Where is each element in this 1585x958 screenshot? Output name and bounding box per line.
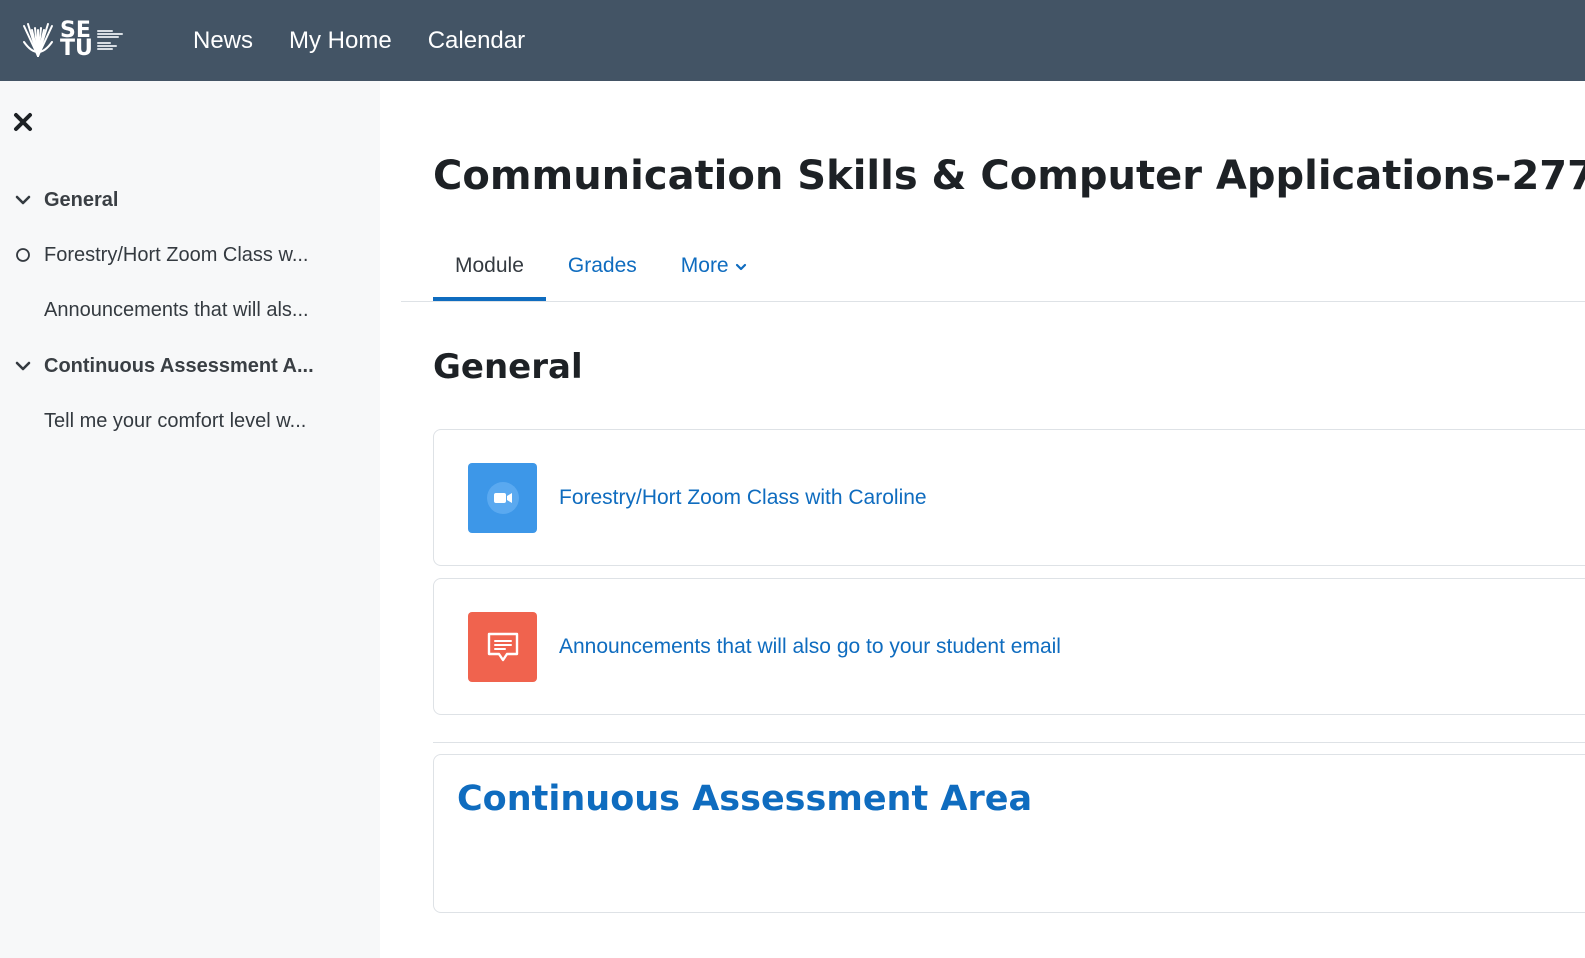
zoom-video-icon	[468, 463, 537, 533]
tabs-divider	[401, 301, 1585, 302]
section-title-general: General	[433, 347, 583, 387]
nav-calendar-link[interactable]: Calendar	[428, 27, 525, 55]
secondary-navigation-tabs: Module Grades More	[433, 231, 769, 301]
primary-navigation: News My Home Calendar	[193, 0, 525, 81]
logo-wordmark: SE TU	[60, 20, 93, 61]
chevron-down-icon[interactable]	[14, 357, 32, 375]
chevron-down-icon	[735, 254, 747, 278]
section-card-continuous-assessment: Continuous Assessment Area	[433, 754, 1585, 913]
nav-news-link[interactable]: News	[193, 27, 253, 55]
course-index-section-label[interactable]: Continuous Assessment A...	[44, 355, 314, 378]
activity-link-announcements[interactable]: Announcements that will also go to your …	[559, 635, 1061, 659]
logo-letters-bottom: TU	[60, 36, 93, 61]
close-drawer-button[interactable]	[12, 111, 34, 133]
chevron-down-icon[interactable]	[14, 191, 32, 209]
top-navbar: SE TU News My Home Calendar	[0, 0, 1585, 81]
course-index-section-continuous-assessment[interactable]: Continuous Assessment A...	[0, 351, 380, 381]
course-index-drawer: General Forestry/Hort Zoom Class w... An…	[0, 81, 380, 958]
section-divider	[433, 742, 1585, 743]
tab-grades[interactable]: Grades	[546, 231, 659, 301]
section-title-continuous-assessment[interactable]: Continuous Assessment Area	[457, 779, 1032, 819]
activity-link-zoom[interactable]: Forestry/Hort Zoom Class with Caroline	[559, 486, 927, 510]
forum-chat-icon	[468, 612, 537, 682]
page-title: Communication Skills & Computer Applicat…	[433, 153, 1585, 199]
tab-module[interactable]: Module	[433, 231, 546, 301]
tab-more-label: More	[680, 254, 729, 277]
course-index-section-label[interactable]: General	[44, 189, 118, 212]
course-index-section-general[interactable]: General	[0, 185, 380, 215]
close-icon	[14, 113, 32, 131]
nav-my-home-link[interactable]: My Home	[289, 27, 392, 55]
course-index-item-label[interactable]: Tell me your comfort level w...	[44, 410, 306, 433]
activity-card-announcements: Announcements that will also go to your …	[433, 578, 1585, 715]
activity-card-zoom: Forestry/Hort Zoom Class with Caroline	[433, 429, 1585, 566]
tab-grades-label: Grades	[567, 254, 637, 277]
course-index-item-announcements[interactable]: Announcements that will als...	[0, 295, 380, 325]
tab-more[interactable]: More	[659, 231, 769, 301]
setu-logo[interactable]: SE TU	[20, 18, 128, 62]
tab-module-label: Module	[455, 254, 524, 277]
course-index-item-zoom[interactable]: Forestry/Hort Zoom Class w...	[0, 240, 380, 270]
setu-logo-icon	[23, 23, 53, 57]
course-index-item-label[interactable]: Announcements that will als...	[44, 299, 309, 322]
main-content: Communication Skills & Computer Applicat…	[380, 81, 1585, 958]
circle-outline-icon	[14, 246, 32, 264]
course-index-item-label[interactable]: Forestry/Hort Zoom Class w...	[44, 244, 309, 267]
logo-small-print	[96, 30, 123, 50]
course-index-item-comfort-level[interactable]: Tell me your comfort level w...	[0, 406, 380, 436]
